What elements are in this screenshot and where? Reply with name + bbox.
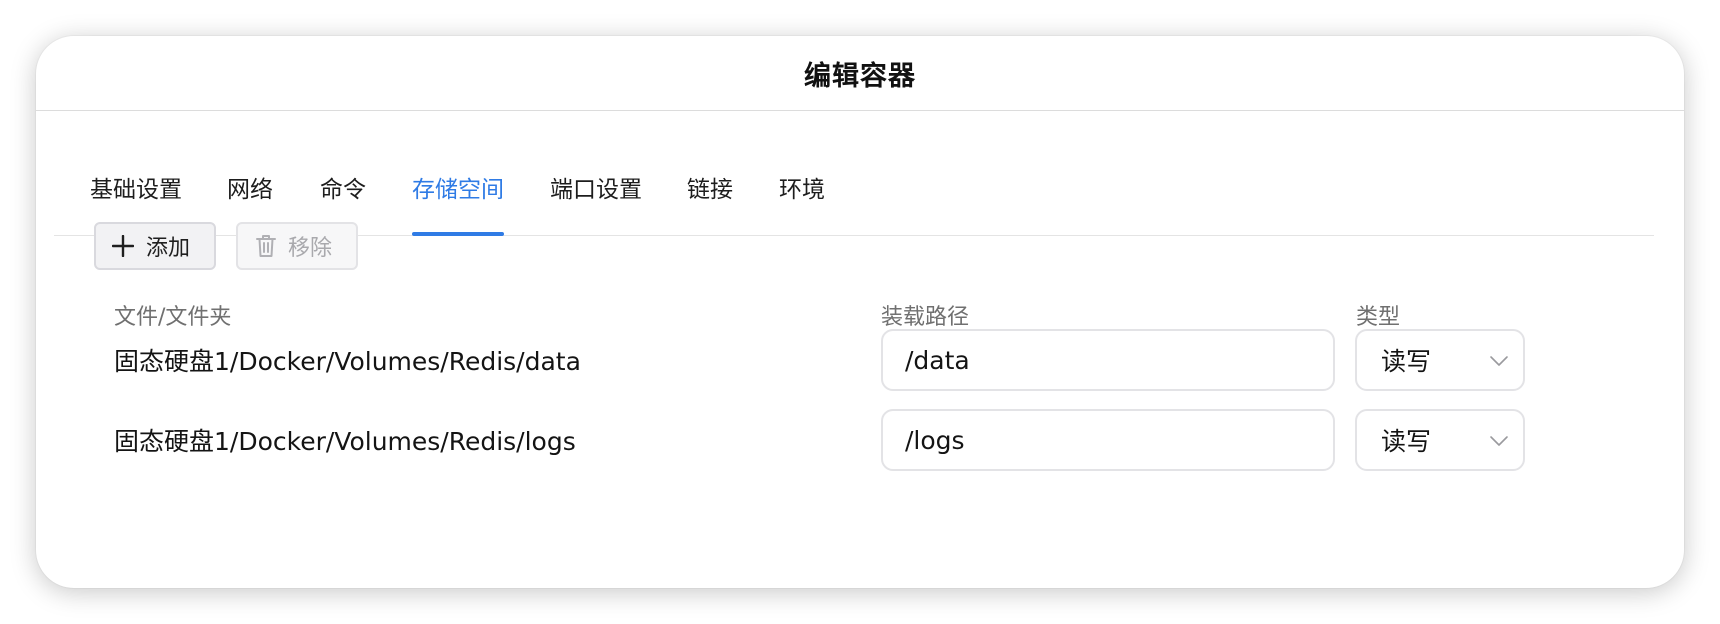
dialog-header: 编辑容器 [36,36,1684,111]
row-1-type-select[interactable]: 读写 [1355,329,1525,391]
dialog-title: 编辑容器 [804,60,916,92]
row-2-type-value: 读写 [1381,427,1432,456]
tab-network[interactable]: 网络 [227,111,273,235]
row-1-type-value: 读写 [1381,347,1432,376]
row-1-mount-path-input[interactable] [881,329,1335,391]
row-2-type-select[interactable]: 读写 [1355,409,1525,471]
tab-environment[interactable]: 环境 [779,111,825,235]
active-tab-indicator [412,232,504,236]
remove-button-label: 移除 [288,236,333,261]
column-header-type: 类型 [1356,305,1401,330]
column-header-mount-path: 装载路径 [881,305,970,330]
tab-command[interactable]: 命令 [320,111,366,235]
tab-port-settings[interactable]: 端口设置 [550,111,642,235]
column-header-file: 文件/文件夹 [114,305,232,330]
trash-icon [256,234,276,258]
add-button-label: 添加 [146,236,191,261]
tab-basic-settings[interactable]: 基础设置 [90,111,182,235]
chevron-down-icon [1489,351,1509,371]
tab-storage[interactable]: 存储空间 [412,111,504,236]
row-1-file-path: 固态硬盘1/Docker/Volumes/Redis/data [114,347,581,376]
tab-bar: 基础设置 网络 命令 存储空间 端口设置 链接 环境 [54,111,1654,236]
chevron-down-icon [1489,431,1509,451]
tab-storage-label: 存储空间 [412,177,504,203]
tab-links[interactable]: 链接 [687,111,733,235]
remove-button[interactable]: 移除 [236,222,358,270]
plus-icon [112,235,134,257]
add-button[interactable]: 添加 [94,222,216,270]
edit-container-dialog: 编辑容器 基础设置 网络 命令 存储空间 端口设置 链接 环境 添加 移除 文件… [36,36,1684,588]
row-2-mount-path-input[interactable] [881,409,1335,471]
row-2-file-path: 固态硬盘1/Docker/Volumes/Redis/logs [114,427,576,456]
